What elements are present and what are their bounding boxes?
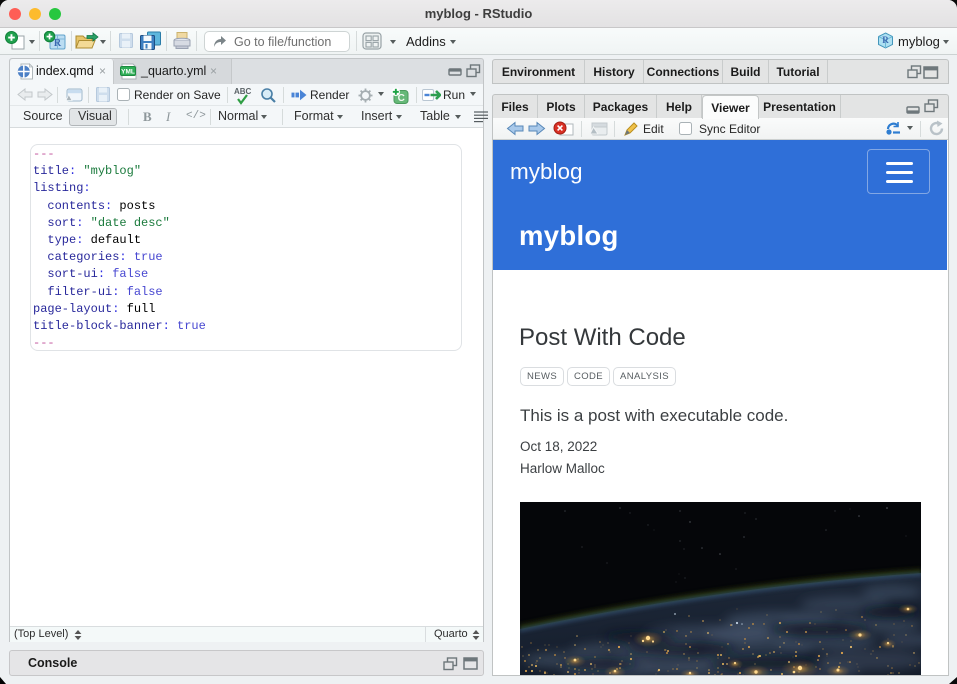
svg-text:YML: YML <box>121 69 135 76</box>
svg-text:R: R <box>882 35 889 45</box>
svg-text:ABC: ABC <box>234 87 252 96</box>
svg-text:R: R <box>54 38 62 49</box>
